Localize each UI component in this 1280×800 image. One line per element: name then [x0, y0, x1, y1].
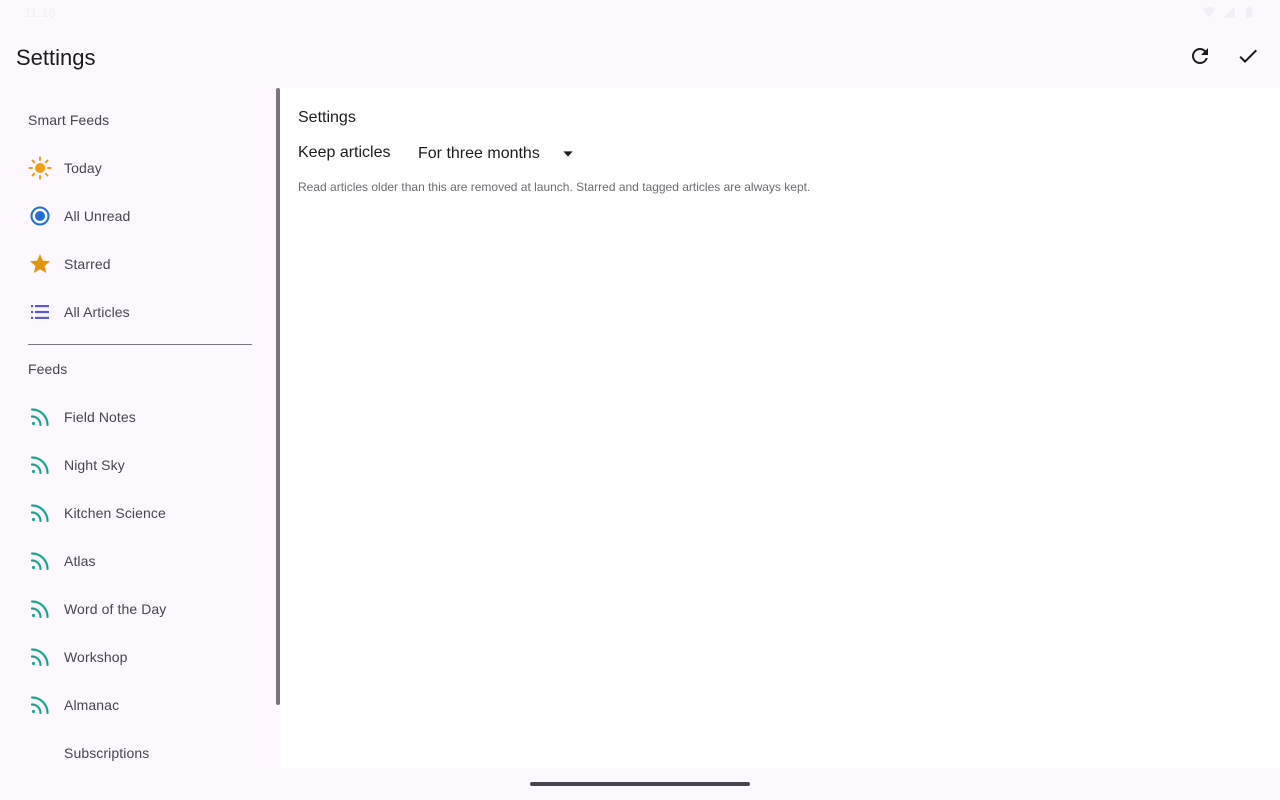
- top-app-bar: Settings: [0, 24, 1280, 88]
- refresh-button[interactable]: [1176, 32, 1224, 80]
- star-icon: [28, 252, 52, 276]
- check-icon: [1239, 49, 1257, 63]
- nav-item-label: Kitchen Science: [64, 505, 166, 521]
- nav-item-feed[interactable]: Night Sky: [12, 441, 268, 489]
- nav-item-starred[interactable]: Starred: [12, 240, 268, 288]
- nav-item-label: Workshop: [64, 649, 128, 665]
- battery-icon: [1246, 6, 1252, 18]
- rss-icon: [28, 501, 52, 525]
- radio-dot-icon: [28, 204, 52, 228]
- rss-icon: [28, 597, 52, 621]
- feeds-header: Feeds: [28, 361, 68, 377]
- nav-item-today[interactable]: Today: [12, 144, 268, 192]
- nav-item-feed[interactable]: Field Notes: [12, 393, 268, 441]
- done-button[interactable]: [1224, 32, 1272, 80]
- nav-item-label: Subscriptions: [64, 745, 150, 761]
- nav-item-label: All Articles: [64, 304, 130, 320]
- system-icons: [1202, 5, 1256, 19]
- blank-icon: [28, 741, 52, 765]
- nav-item-label: Starred: [64, 256, 111, 272]
- nav-item-label: Field Notes: [64, 409, 136, 425]
- nav-item-label: Night Sky: [64, 457, 125, 473]
- sun-icon: [28, 156, 52, 180]
- nav-item-label: Word of the Day: [64, 601, 167, 617]
- nav-item-all-articles[interactable]: All Articles: [12, 288, 268, 336]
- keep-articles-label: Keep articles: [298, 144, 391, 161]
- rss-icon: [28, 645, 52, 669]
- rss-icon: [28, 693, 52, 717]
- dropdown-value: For three months: [418, 145, 540, 162]
- refresh-icon: [1192, 48, 1208, 64]
- system-navigation-bar: [0, 768, 1280, 800]
- nav-item-all-unread[interactable]: All Unread: [12, 192, 268, 240]
- list-icon: [28, 300, 52, 324]
- smart-feeds-header: Smart Feeds: [28, 112, 110, 128]
- nav-item-feed[interactable]: Almanac: [12, 681, 268, 729]
- dropdown-arrow-icon: [560, 146, 576, 162]
- nav-item-label: All Unread: [64, 208, 131, 224]
- nav-item-feed[interactable]: Word of the Day: [12, 585, 268, 633]
- wifi-icon: [1202, 7, 1216, 18]
- signal-icon: [1223, 6, 1235, 18]
- settings-heading: Settings: [298, 109, 356, 126]
- navigation-drawer: Smart Feeds Today All Unread Starred All…: [0, 88, 280, 768]
- rss-icon: [28, 405, 52, 429]
- rss-icon: [28, 453, 52, 477]
- gesture-handle[interactable]: [530, 782, 750, 786]
- rss-icon: [28, 549, 52, 573]
- status-bar: 11:18: [0, 0, 1280, 24]
- nav-item-feed[interactable]: Kitchen Science: [12, 489, 268, 537]
- sidebar-divider: [28, 344, 252, 345]
- status-time: 11:18: [24, 4, 56, 20]
- keep-articles-help-text: Read articles older than this are remove…: [298, 180, 811, 194]
- nav-item-label: Today: [64, 160, 102, 176]
- nav-item-label: Atlas: [64, 553, 96, 569]
- nav-item-label: Almanac: [64, 697, 120, 713]
- nav-item-feed[interactable]: Workshop: [12, 633, 268, 681]
- page-title: Settings: [16, 45, 96, 70]
- keep-articles-dropdown[interactable]: For three months: [410, 138, 582, 170]
- app-bar-actions: [1176, 32, 1272, 80]
- settings-pane: Settings Keep articles For three months …: [280, 88, 1280, 768]
- nav-item-feed[interactable]: Atlas: [12, 537, 268, 585]
